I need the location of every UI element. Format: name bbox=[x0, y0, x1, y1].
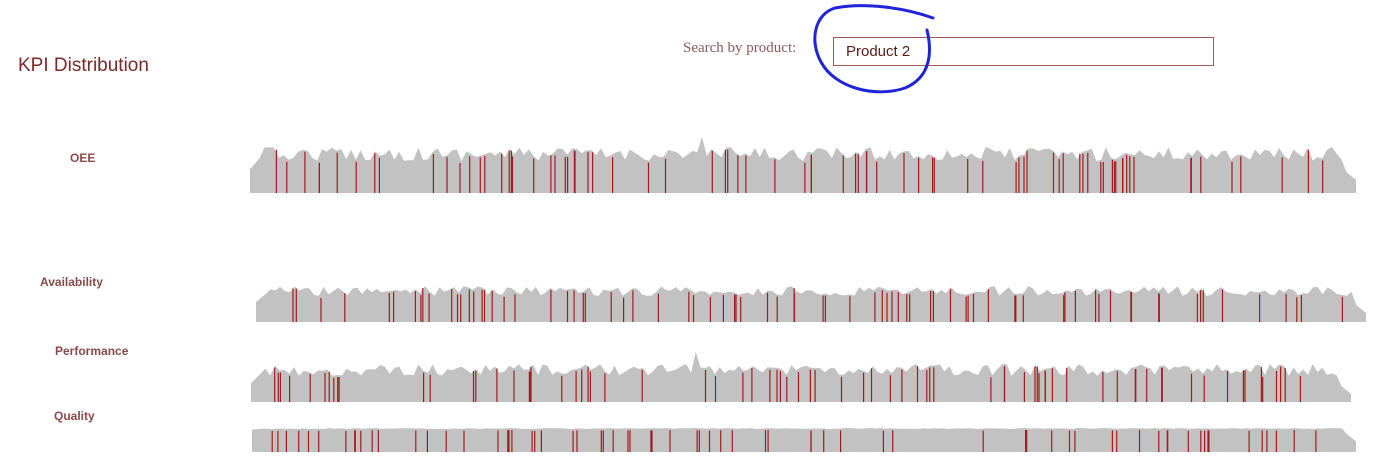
kpi-label-oee: OEE bbox=[70, 151, 96, 165]
kpi-label-availability: Availability bbox=[40, 275, 103, 289]
sparkline-area bbox=[250, 137, 1356, 193]
page-title: KPI Distribution bbox=[18, 55, 149, 76]
sparkline-availability bbox=[256, 286, 1366, 322]
sparkline-oee bbox=[250, 137, 1356, 193]
search-label: Search by product: bbox=[683, 40, 797, 56]
sparkline-area bbox=[251, 352, 1351, 402]
kpi-label-performance: Performance bbox=[55, 344, 129, 358]
product-search-input[interactable] bbox=[833, 37, 1214, 66]
sparkline-quality bbox=[252, 428, 1356, 452]
sparkline-performance bbox=[251, 352, 1351, 402]
sparkline-area bbox=[252, 428, 1356, 452]
kpi-label-quality: Quality bbox=[54, 409, 95, 423]
